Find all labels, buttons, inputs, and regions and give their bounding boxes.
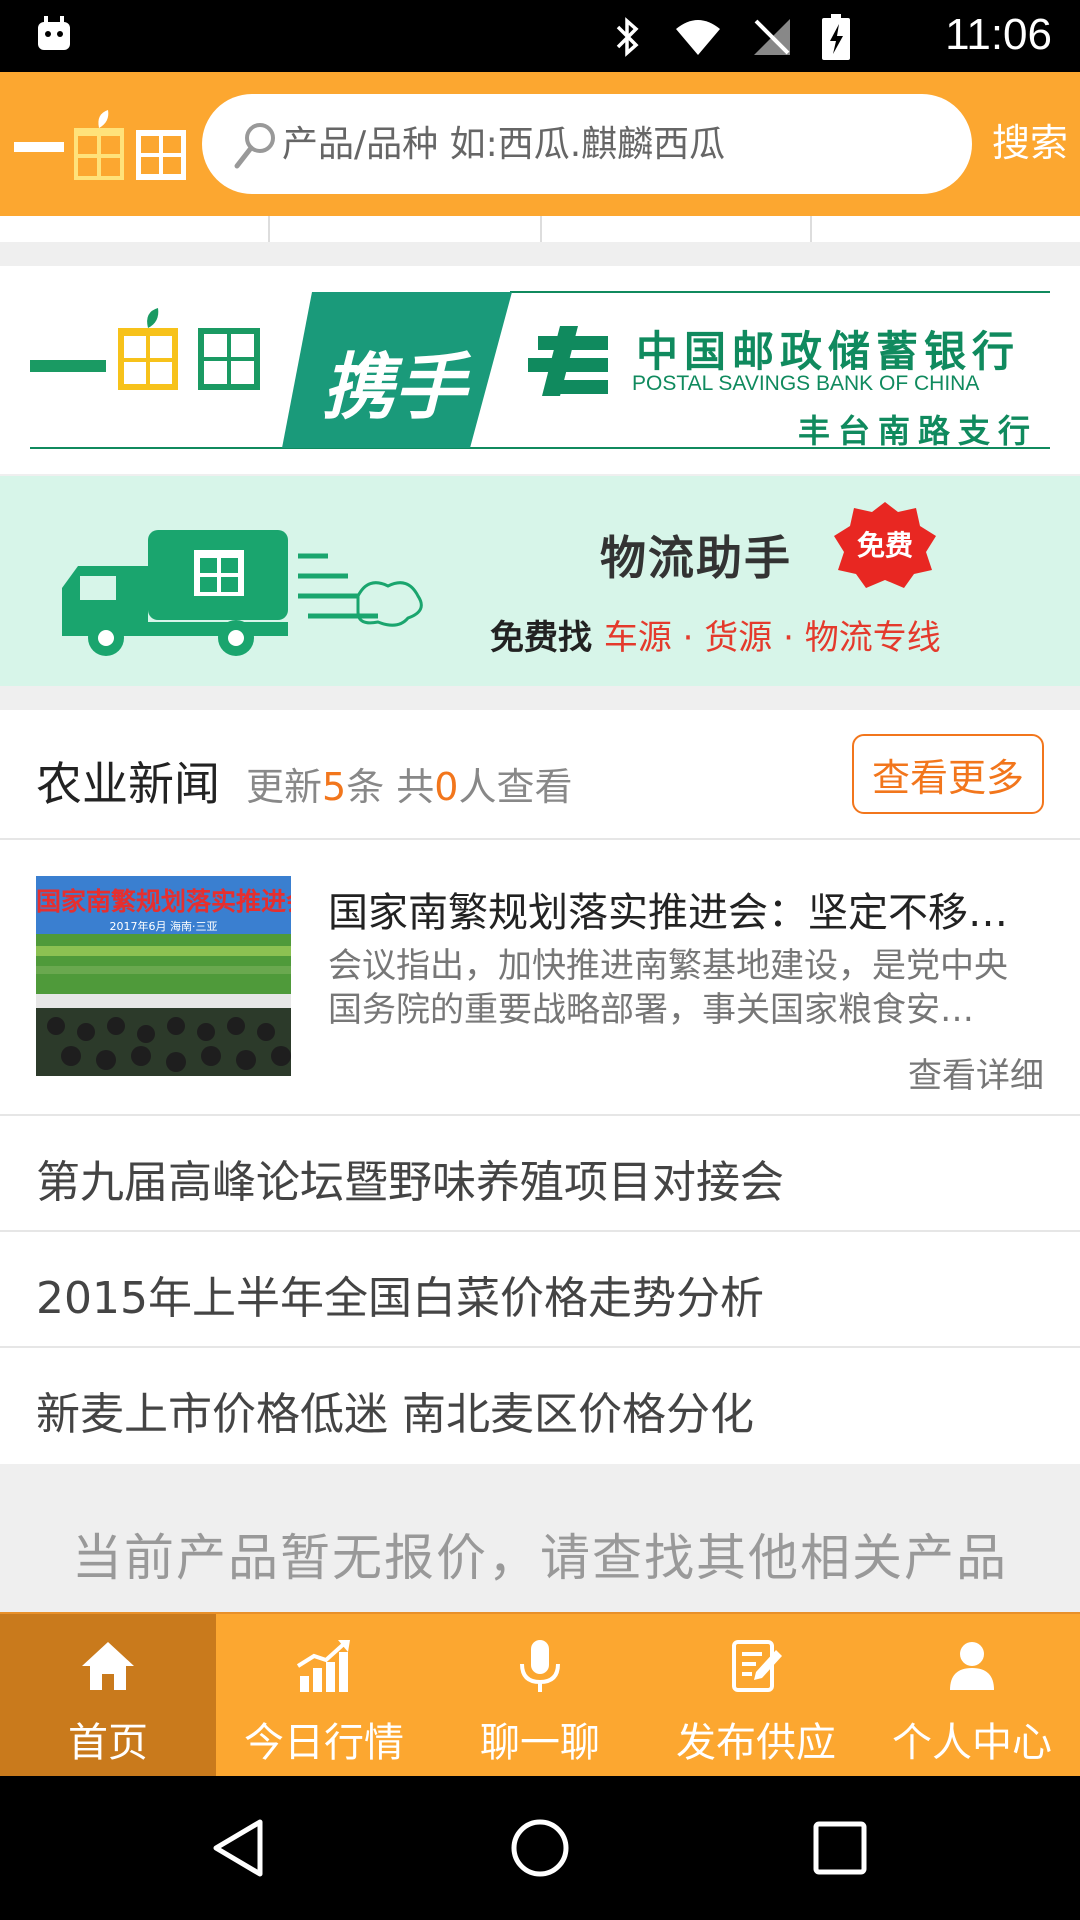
app-header: 搜索 <box>0 72 1080 216</box>
photo-banner-text: 国家南繁规划落实推进会 <box>36 887 291 916</box>
bank-name-en: POSTAL SAVINGS BANK OF CHINA <box>632 372 980 395</box>
agri-news-section: 农业新闻 更新5条 共0人查看 查看更多 国家南繁规划落实推进会 2017年6月… <box>0 710 1080 1464</box>
tab-chat[interactable]: 聊一聊 <box>432 1614 648 1776</box>
search-box[interactable] <box>202 94 972 194</box>
android-notification-icon <box>38 16 70 50</box>
featured-news-title[interactable]: 国家南繁规划落实推进会：坚定不移… <box>328 880 1034 938</box>
tab-market[interactable]: 今日行情 <box>216 1614 432 1776</box>
featured-news-item[interactable]: 国家南繁规划落实推进会 2017年6月 海南·三亚 国家南繁规划落实推进会：坚定… <box>0 840 1080 1116</box>
logistics-items: 车源 · 货源 · 物流专线 <box>603 618 941 658</box>
meta-prefix: 更新 <box>246 765 323 809</box>
category-strip[interactable] <box>0 216 1080 242</box>
bottom-tab-bar: 首页 今日行情 聊一聊 发布供应 个人中心 <box>0 1612 1080 1776</box>
recents-icon[interactable] <box>808 1816 872 1880</box>
divider <box>810 216 812 242</box>
news-list-item[interactable]: 新麦上市价格低迷 南北麦区价格分化 <box>0 1348 1080 1464</box>
no-signal-icon <box>754 19 790 55</box>
tab-label: 聊一聊 <box>480 1720 600 1766</box>
system-nav-bar <box>0 1776 1080 1920</box>
divider <box>268 216 270 242</box>
tab-label: 个人中心 <box>892 1720 1052 1766</box>
tab-profile[interactable]: 个人中心 <box>864 1614 1080 1776</box>
no-quote-notice: 当前产品暂无报价，请查找其他相关产品 <box>0 1480 1080 1612</box>
home-nav-icon[interactable] <box>508 1816 572 1880</box>
update-count: 5 <box>322 765 347 809</box>
search-icon <box>234 123 275 169</box>
news-item-title: 2015年上半年全国白菜价格走势分析 <box>36 1273 764 1324</box>
truck-icon <box>62 530 423 656</box>
yimutian-logo <box>14 110 186 180</box>
user-icon <box>950 1642 994 1690</box>
bluetooth-icon <box>616 17 639 57</box>
search-input[interactable] <box>282 112 932 176</box>
logistics-title: 物流助手 <box>600 531 792 585</box>
news-list-item[interactable]: 2015年上半年全国白菜价格走势分析 <box>0 1232 1080 1348</box>
photo-banner-sub: 2017年6月 海南·三亚 <box>109 920 218 933</box>
meta-suffix: 人查看 <box>458 765 573 809</box>
tab-publish[interactable]: 发布供应 <box>648 1614 864 1776</box>
tab-label: 今日行情 <box>244 1720 404 1766</box>
featured-news-image[interactable]: 国家南繁规划落实推进会 2017年6月 海南·三亚 <box>36 876 291 1076</box>
home-icon <box>82 1642 134 1690</box>
view-count: 0 <box>434 765 459 809</box>
featured-news-desc: 会议指出，加快推进南繁基地建设，是党中央国务院的重要战略部署，事关国家粮食安… <box>328 946 1008 1030</box>
logistics-subline: 免费找 车源 · 货源 · 物流专线 <box>490 610 941 659</box>
news-item-title: 第九届高峰论坛暨野味养殖项目对接会 <box>36 1157 784 1208</box>
tab-label: 首页 <box>68 1720 148 1766</box>
postal-bank-banner[interactable]: 携手 中国邮政储蓄银行 POSTAL SAVINGS BANK OF CHINA… <box>0 266 1080 474</box>
handshake-text: 携手 <box>322 345 467 429</box>
wifi-icon <box>676 20 720 55</box>
news-item-title: 新麦上市价格低迷 南北麦区价格分化 <box>36 1389 754 1440</box>
bank-name-cn: 中国邮政储蓄银行 <box>636 327 1021 376</box>
search-button[interactable]: 搜索 <box>992 112 1068 167</box>
battery-charging-icon <box>822 14 850 60</box>
news-header: 农业新闻 更新5条 共0人查看 查看更多 <box>0 710 1080 840</box>
view-detail-link[interactable]: 查看详细 <box>908 1048 1044 1097</box>
view-more-button[interactable]: 查看更多 <box>852 734 1044 814</box>
back-icon[interactable] <box>208 1816 272 1880</box>
news-list-item[interactable]: 第九届高峰论坛暨野味养殖项目对接会 <box>0 1116 1080 1232</box>
free-badge-text: 免费 <box>856 529 913 562</box>
chart-icon <box>296 1640 350 1692</box>
clock: 11:06 <box>945 10 1052 59</box>
logistics-prefix: 免费找 <box>490 618 592 658</box>
no-quote-text: 当前产品暂无报价，请查找其他相关产品 <box>72 1529 1008 1587</box>
tab-label: 发布供应 <box>676 1720 836 1766</box>
news-meta: 更新5条 共0人查看 <box>246 756 573 811</box>
status-bar: 11:06 <box>0 0 1080 72</box>
meta-mid: 条 共 <box>346 765 435 809</box>
news-section-title: 农业新闻 <box>36 757 220 811</box>
divider <box>540 216 542 242</box>
tab-home[interactable]: 首页 <box>0 1614 216 1776</box>
bank-branch: 丰台南路支行 <box>798 412 1039 450</box>
microphone-icon <box>520 1640 560 1692</box>
edit-icon <box>732 1640 782 1692</box>
